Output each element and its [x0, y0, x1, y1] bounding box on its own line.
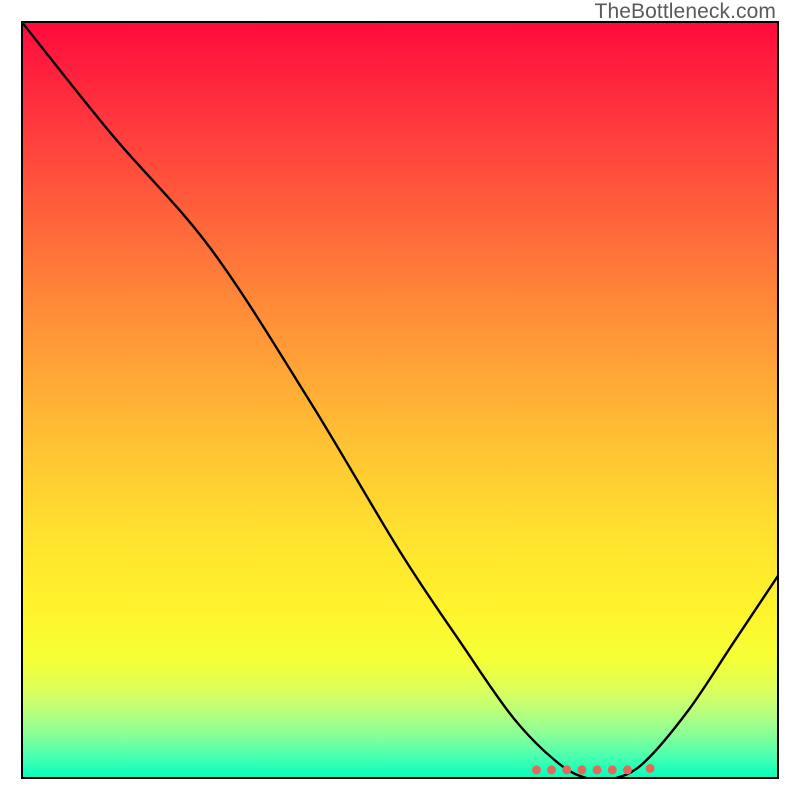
- optimal-marker-dot: [547, 765, 556, 774]
- optimal-marker-dot: [608, 765, 617, 774]
- optimal-marker-dot: [623, 765, 632, 774]
- optimal-marker-dot: [562, 765, 571, 774]
- bottleneck-curve-line: [21, 21, 779, 779]
- chart-svg: [21, 21, 779, 779]
- optimal-marker-dot: [646, 764, 655, 773]
- optimal-marker-dot: [577, 765, 586, 774]
- optimal-marker-dot: [532, 765, 541, 774]
- optimal-marker-dot: [593, 765, 602, 774]
- chart-frame: [21, 21, 779, 779]
